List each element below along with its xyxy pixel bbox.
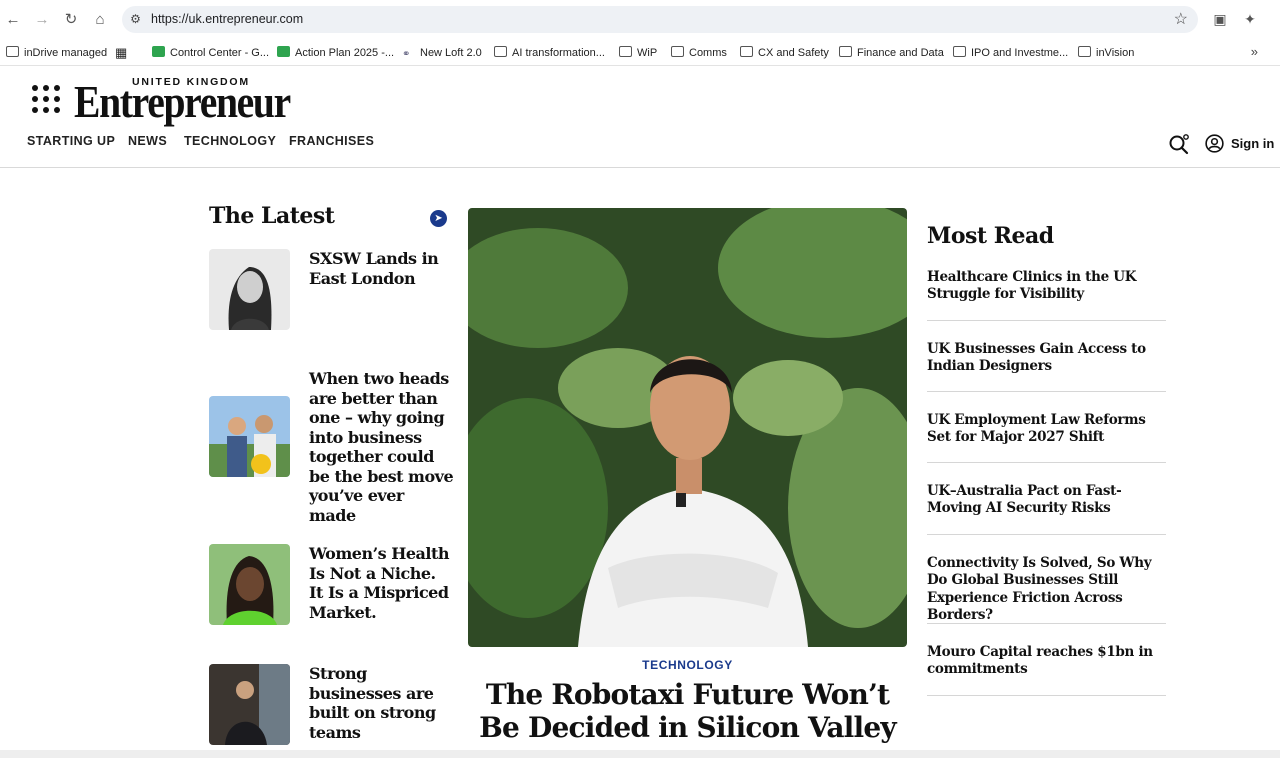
chevron-double-right-icon[interactable]: » xyxy=(1251,44,1258,59)
most-read-headline[interactable]: UK–Australia Pact on Fast-Moving AI Secu… xyxy=(927,483,1166,518)
most-read-item[interactable]: UK Businesses Gain Access to Indian Desi… xyxy=(927,341,1166,392)
most-read-item[interactable]: UK Employment Law Reforms Set for Major … xyxy=(927,412,1166,463)
folder-icon xyxy=(494,46,507,57)
address-bar[interactable]: ⚙ https://uk.entrepreneur.com ☆ xyxy=(122,6,1198,33)
folder-icon xyxy=(619,46,632,57)
link-icon: ⚭ xyxy=(402,49,411,60)
bookmark-item[interactable]: Finance and Data xyxy=(839,45,944,61)
bookmark-item[interactable]: CX and Safety xyxy=(740,45,829,61)
story-headline[interactable]: When two heads are better than one – why… xyxy=(309,369,454,525)
bookmark-item[interactable]: ⚭ New Loft 2.0 xyxy=(402,45,482,61)
most-read-headline[interactable]: UK Employment Law Reforms Set for Major … xyxy=(927,412,1166,447)
nav-franchises[interactable]: FRANCHISES xyxy=(289,134,374,148)
url-text[interactable]: https://uk.entrepreneur.com xyxy=(151,12,303,26)
folder-icon xyxy=(1078,46,1091,57)
bookmark-item[interactable]: AI transformation... xyxy=(494,45,605,61)
forward-icon[interactable]: → xyxy=(32,10,52,30)
story-thumbnail[interactable] xyxy=(209,664,290,745)
hero-headline[interactable]: The Robotaxi Future Won’t Be Decided in … xyxy=(468,678,907,744)
apps-grid-icon[interactable]: ▦ xyxy=(115,45,127,61)
bookmark-item[interactable]: Control Center - G... xyxy=(152,45,269,61)
bookmark-item[interactable]: WiP xyxy=(619,45,657,61)
search-icon[interactable] xyxy=(1168,133,1190,155)
folder-icon xyxy=(671,46,684,57)
back-icon[interactable]: ← xyxy=(3,10,23,30)
bookmark-item[interactable]: Comms xyxy=(671,45,727,61)
user-account-icon[interactable] xyxy=(1205,134,1224,153)
most-read-item[interactable]: Connectivity Is Solved, So Why Do Global… xyxy=(927,555,1166,624)
most-read-item[interactable]: Healthcare Clinics in the UK Struggle fo… xyxy=(927,269,1166,321)
cast-icon[interactable]: ▣ xyxy=(1211,10,1229,28)
home-icon[interactable]: ⌂ xyxy=(90,10,110,30)
story-headline[interactable]: SXSW Lands in East London xyxy=(309,249,454,288)
bookmark-item[interactable]: inDrive managed xyxy=(6,45,107,61)
story-headline[interactable]: Women’s Health Is Not a Niche. It Is a M… xyxy=(309,544,454,622)
most-read-item[interactable]: Mouro Capital reaches $1bn in commitment… xyxy=(927,644,1166,696)
story-headline[interactable]: Strong businesses are built on strong te… xyxy=(309,664,454,742)
story-thumbnail[interactable] xyxy=(209,396,290,477)
most-read-title: Most Read xyxy=(927,223,1054,249)
reload-icon[interactable]: ↻ xyxy=(61,10,81,30)
bookmark-star-icon[interactable]: ☆ xyxy=(1174,9,1188,29)
folder-icon xyxy=(839,46,852,57)
sheet-icon xyxy=(152,46,165,57)
extensions-icon[interactable]: ✦ xyxy=(1241,10,1259,28)
bookmark-item[interactable]: Action Plan 2025 -... xyxy=(277,45,394,61)
logo-region: UNITED KINGDOM xyxy=(132,76,250,88)
browser-toolbar: ← → ↻ ⌂ ⚙ https://uk.entrepreneur.com ☆ … xyxy=(0,0,1280,39)
sheet-icon xyxy=(277,46,290,57)
menu-grid-icon[interactable] xyxy=(32,85,60,113)
most-read-item[interactable]: UK–Australia Pact on Fast-Moving AI Secu… xyxy=(927,483,1166,535)
bookmark-item[interactable]: inVision xyxy=(1078,45,1134,61)
sign-in-link[interactable]: Sign in xyxy=(1231,136,1274,151)
most-read-headline[interactable]: Connectivity Is Solved, So Why Do Global… xyxy=(927,555,1166,624)
most-read-headline[interactable]: UK Businesses Gain Access to Indian Desi… xyxy=(927,341,1166,376)
horizontal-scrollbar[interactable] xyxy=(0,750,1280,758)
story-thumbnail[interactable] xyxy=(209,544,290,625)
nav-technology[interactable]: TECHNOLOGY xyxy=(184,134,276,148)
folder-icon xyxy=(6,46,19,57)
latest-section-title[interactable]: The Latest xyxy=(209,203,335,229)
most-read-headline[interactable]: Mouro Capital reaches $1bn in commitment… xyxy=(927,644,1166,679)
bookmarks-bar: inDrive managed ▦ Control Center - G... … xyxy=(0,39,1280,66)
arrow-right-icon[interactable]: ➤ xyxy=(430,210,447,227)
hero-category[interactable]: TECHNOLOGY xyxy=(468,658,907,672)
most-read-headline[interactable]: Healthcare Clinics in the UK Struggle fo… xyxy=(927,269,1166,304)
bookmark-item[interactable]: IPO and Investme... xyxy=(953,45,1068,61)
folder-icon xyxy=(740,46,753,57)
story-thumbnail[interactable] xyxy=(209,249,290,330)
hero-image[interactable] xyxy=(468,208,907,647)
site-settings-icon[interactable]: ⚙ xyxy=(128,12,143,27)
nav-news[interactable]: NEWS xyxy=(128,134,167,148)
site-header: Entrepreneur UNITED KINGDOM STARTING UP … xyxy=(0,66,1280,168)
folder-icon xyxy=(953,46,966,57)
nav-starting-up[interactable]: STARTING UP xyxy=(27,134,115,148)
